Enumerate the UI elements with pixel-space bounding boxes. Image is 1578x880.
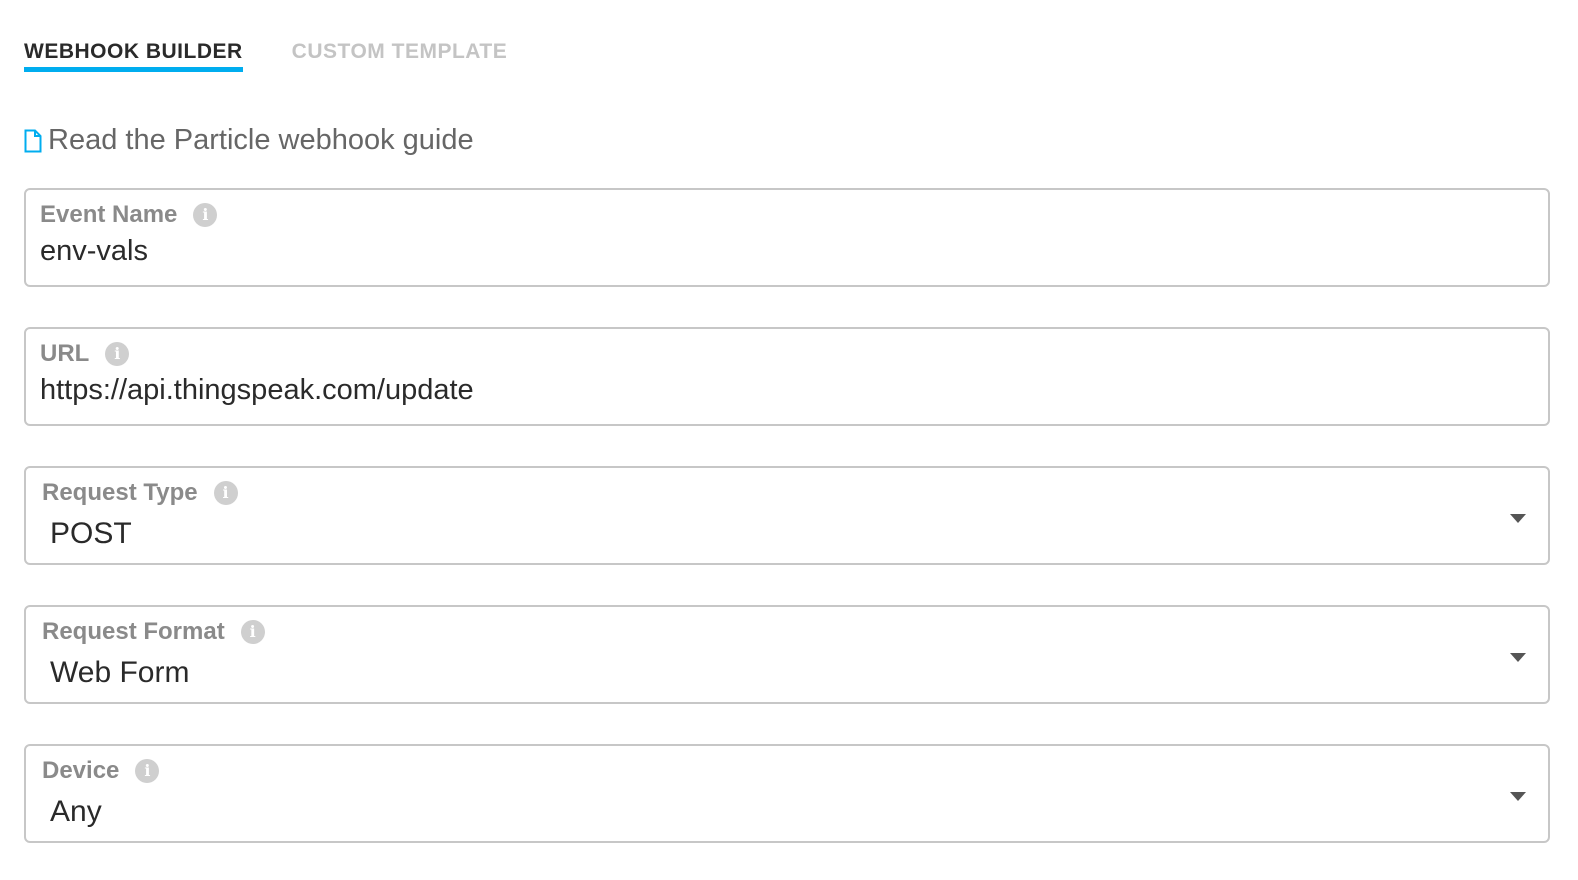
info-icon[interactable]: i xyxy=(193,203,218,227)
device-value[interactable]: Any xyxy=(50,795,102,829)
url-label: URL xyxy=(40,340,90,367)
request-format-label: Request Format xyxy=(42,618,225,645)
chevron-down-icon[interactable] xyxy=(1510,653,1526,662)
request-type-value[interactable]: POST xyxy=(50,517,132,551)
event-name-label: Event Name xyxy=(40,201,178,228)
url-input[interactable]: https://api.thingspeak.com/update xyxy=(40,374,474,407)
webhook-guide-link[interactable]: Read the Particle webhook guide xyxy=(24,124,474,157)
request-format-label-row: Request Format i xyxy=(42,618,265,646)
chevron-down-icon[interactable] xyxy=(1510,514,1526,523)
webhook-guide-label: Read the Particle webhook guide xyxy=(48,124,474,156)
document-icon xyxy=(24,129,42,152)
device-label-row: Device i xyxy=(42,757,160,785)
device-label: Device xyxy=(42,757,120,784)
url-label-row: URL i xyxy=(40,340,130,368)
url-field[interactable]: URL i https://api.thingspeak.com/update xyxy=(24,327,1550,426)
request-format-value[interactable]: Web Form xyxy=(50,656,189,690)
info-icon[interactable]: i xyxy=(105,342,130,366)
event-name-label-row: Event Name i xyxy=(40,201,218,229)
event-name-input[interactable]: env-vals xyxy=(40,235,148,268)
request-type-label-row: Request Type i xyxy=(42,479,238,507)
tab-custom-template[interactable]: CUSTOM TEMPLATE xyxy=(292,40,508,72)
info-icon[interactable]: i xyxy=(135,759,160,783)
device-select[interactable]: Device i Any xyxy=(24,744,1550,843)
info-icon[interactable]: i xyxy=(240,620,265,644)
tab-webhook-builder[interactable]: WEBHOOK BUILDER xyxy=(24,40,243,72)
request-type-select[interactable]: Request Type i POST xyxy=(24,466,1550,565)
request-format-select[interactable]: Request Format i Web Form xyxy=(24,605,1550,704)
tab-bar: WEBHOOK BUILDER CUSTOM TEMPLATE xyxy=(24,40,507,72)
info-icon[interactable]: i xyxy=(213,481,238,505)
event-name-field[interactable]: Event Name i env-vals xyxy=(24,188,1550,287)
request-type-label: Request Type xyxy=(42,479,198,506)
chevron-down-icon[interactable] xyxy=(1510,792,1526,801)
